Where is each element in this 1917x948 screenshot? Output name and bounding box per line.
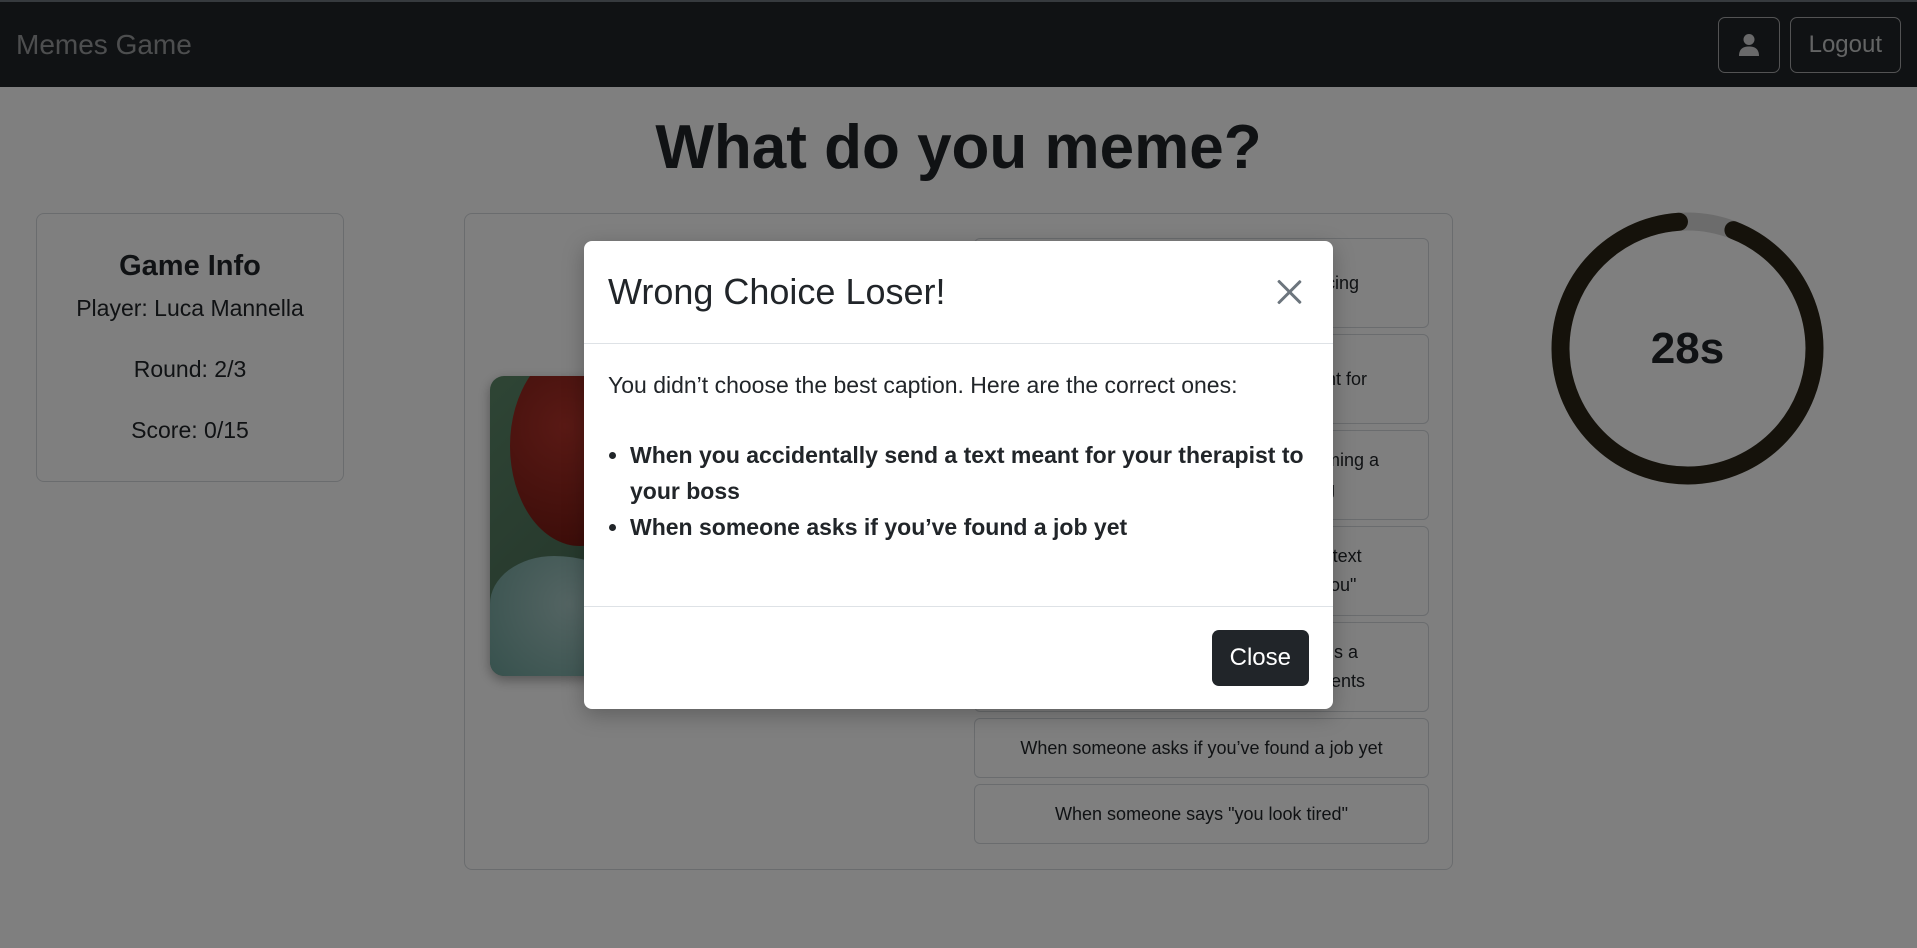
modal-message: You didn’t choose the best caption. Here… (608, 372, 1238, 398)
modal-body: You didn’t choose the best caption. Here… (584, 344, 1333, 607)
modal-title: Wrong Choice Loser! (608, 271, 946, 312)
correct-caption-item: When you accidentally send a text meant … (630, 437, 1309, 509)
close-icon[interactable] (1269, 272, 1309, 312)
correct-caption-item: When someone asks if you’ve found a job … (630, 509, 1309, 545)
correct-captions-list: When you accidentally send a text meant … (608, 437, 1309, 545)
modal-header: Wrong Choice Loser! (584, 241, 1333, 344)
modal-footer: Close (584, 607, 1333, 708)
result-modal: Wrong Choice Loser! You didn’t choose th… (584, 241, 1333, 709)
close-button[interactable]: Close (1211, 629, 1309, 686)
